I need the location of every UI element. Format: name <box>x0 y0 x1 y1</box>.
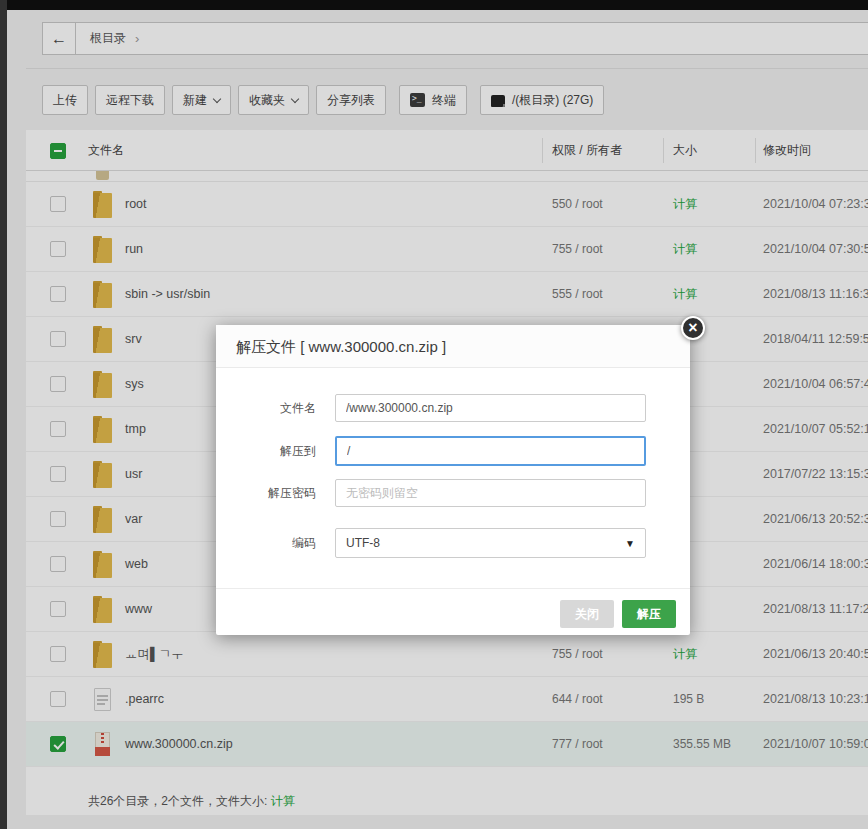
dest-field[interactable] <box>335 436 646 466</box>
close-icon: × <box>688 320 697 336</box>
dest-label: 解压到 <box>236 436 316 466</box>
password-label: 解压密码 <box>236 478 316 508</box>
close-button[interactable]: × <box>681 316 705 340</box>
encoding-label: 编码 <box>236 528 316 558</box>
select-arrow-icon: ▼ <box>625 529 635 559</box>
dialog-footer: 关闭 解压 <box>216 588 690 635</box>
dialog-close-button[interactable]: 关闭 <box>560 600 614 628</box>
extract-button[interactable]: 解压 <box>622 600 676 628</box>
dialog-title: 解压文件 [ www.300000.cn.zip ] <box>216 325 690 368</box>
filename-label: 文件名 <box>236 393 316 423</box>
password-field[interactable] <box>335 479 646 507</box>
filename-field[interactable] <box>335 394 646 422</box>
encoding-select[interactable]: UTF-8▼ <box>335 528 646 558</box>
extract-dialog: 解压文件 [ www.300000.cn.zip ] × 文件名 解压到 解压密… <box>216 325 690 635</box>
